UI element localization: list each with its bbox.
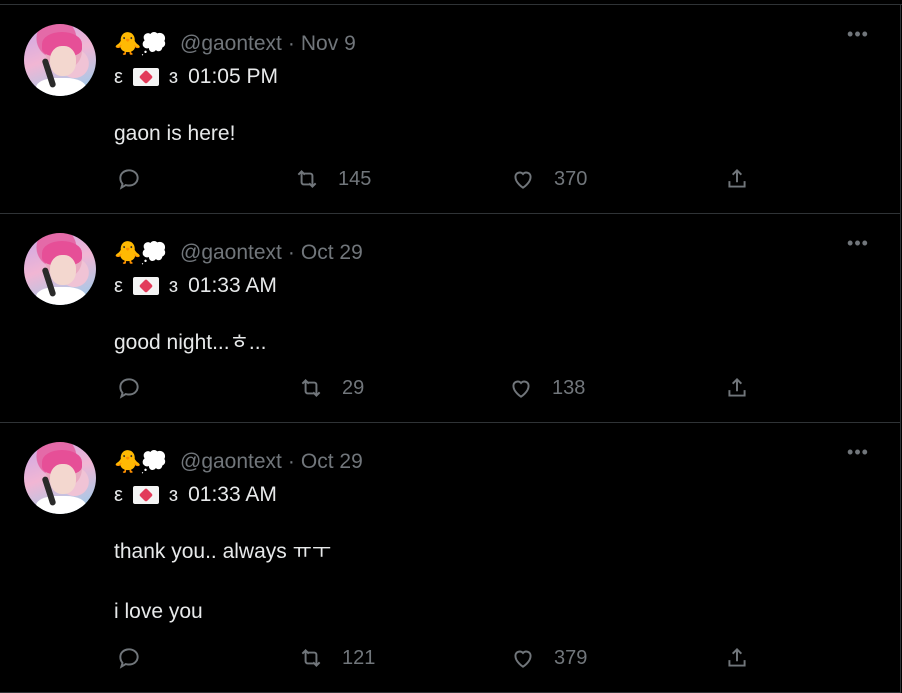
bracket-left: ε [114,483,123,506]
thought-cloud-icon[interactable]: 💭 [140,451,170,473]
retweet-count: 121 [342,646,376,669]
tweet-date[interactable]: Oct 29 [301,450,363,474]
reply-button[interactable] [116,645,142,671]
display-name-line: ε ɜ 01:33 AM [114,479,874,511]
tweet-content: 🐥 💭 @gaontext · Oct 29 ε ɜ 01:33 AM good… [114,236,874,358]
avatar-shirt [36,287,86,305]
tweet-actions: 145 370 [114,166,874,196]
tweet-content: 🐥 💭 @gaontext · Nov 9 ε ɜ 01:05 PM gaon … [114,27,874,149]
love-letter-icon [132,277,159,295]
display-name-time: 01:33 AM [188,274,277,297]
bracket-right: ɜ [168,65,179,88]
display-name-time: 01:05 PM [188,65,278,88]
like-count: 370 [554,167,588,190]
reply-button[interactable] [116,166,142,192]
reply-icon [119,648,139,669]
retweet-count: 29 [342,376,365,399]
display-name-line: ε ɜ 01:33 AM [114,270,874,302]
bracket-right: ɜ [168,483,179,506]
share-button[interactable] [724,645,750,671]
bracket-right: ɜ [168,274,179,297]
tweet-date[interactable]: Oct 29 [301,241,363,265]
separator-dot: · [287,450,295,473]
tweet-text: good night...ㅎ... [114,331,267,354]
chick-icon[interactable]: 🐥 [114,451,141,473]
share-icon [728,647,746,667]
retweet-count: 145 [338,167,372,190]
reply-button[interactable] [116,375,142,401]
separator-dot: · [287,32,295,55]
thought-cloud-icon[interactable]: 💭 [140,33,170,55]
share-button[interactable] [724,166,750,192]
avatar-face [50,464,76,494]
share-icon [728,377,746,397]
tweet[interactable]: 🐥 💭 @gaontext · Nov 9 ε ɜ 01:05 PM gaon … [0,5,900,214]
user-handle[interactable]: @gaontext [180,450,282,474]
chick-icon[interactable]: 🐥 [114,33,141,55]
tweet-feed: 🐥 💭 @gaontext · Nov 9 ε ɜ 01:05 PM gaon … [0,5,901,693]
tweet-text: thank you.. always ㅠㅜ i love you [114,540,332,623]
like-button[interactable]: 370 [510,166,587,192]
display-name-time: 01:33 AM [188,483,277,506]
avatar-face [50,46,76,76]
avatar-face [50,255,76,285]
avatar[interactable] [24,233,96,305]
retweet-button[interactable]: 145 [294,166,371,192]
more-options-button[interactable]: ••• [846,443,870,463]
display-name-line: ε ɜ 01:05 PM [114,61,874,93]
retweet-icon [301,379,321,397]
like-count: 138 [552,376,586,399]
like-button[interactable]: 138 [508,375,585,401]
user-handle[interactable]: @gaontext [180,32,282,56]
tweet-header: 🐥 💭 @gaontext · Nov 9 [114,27,874,61]
heart-icon [512,380,530,398]
retweet-icon [297,170,317,188]
more-options-button[interactable]: ••• [846,234,870,254]
reply-icon [119,169,139,190]
tweet-header: 🐥 💭 @gaontext · Oct 29 [114,236,874,270]
tweet-actions: 29 138 [114,375,874,405]
tweet-text: gaon is here! [114,122,236,145]
tweet[interactable]: 🐥 💭 @gaontext · Oct 29 ε ɜ 01:33 AM good… [0,214,900,423]
tweet-actions: 121 379 [114,645,874,675]
avatar[interactable] [24,442,96,514]
thought-cloud-icon[interactable]: 💭 [140,242,170,264]
retweet-icon [301,649,321,667]
separator-dot: · [287,241,295,264]
share-icon [728,168,746,188]
retweet-button[interactable]: 29 [298,375,364,401]
love-letter-icon [132,486,159,504]
heart-icon [514,650,532,668]
avatar-shirt [36,78,86,96]
bracket-left: ε [114,65,123,88]
like-count: 379 [554,646,588,669]
bracket-left: ε [114,274,123,297]
chick-icon[interactable]: 🐥 [114,242,141,264]
avatar[interactable] [24,24,96,96]
user-handle[interactable]: @gaontext [180,241,282,265]
love-letter-icon [132,68,159,86]
tweet[interactable]: 🐥 💭 @gaontext · Oct 29 ε ɜ 01:33 AM than… [0,423,900,693]
heart-icon [514,171,532,189]
like-button[interactable]: 379 [510,645,587,671]
retweet-button[interactable]: 121 [298,645,375,671]
reply-icon [119,378,139,399]
tweet-content: 🐥 💭 @gaontext · Oct 29 ε ɜ 01:33 AM than… [114,445,874,627]
tweet-header: 🐥 💭 @gaontext · Oct 29 [114,445,874,479]
tweet-date[interactable]: Nov 9 [301,32,356,56]
more-options-button[interactable]: ••• [846,25,870,45]
share-button[interactable] [724,375,750,401]
avatar-shirt [36,496,86,514]
